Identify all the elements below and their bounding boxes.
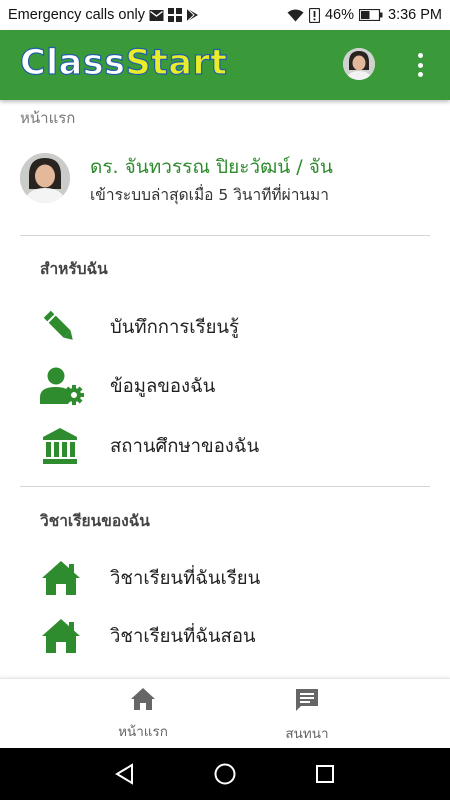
chat-icon	[294, 687, 320, 717]
menu-item-label: บันทึกการเรียนรู้	[110, 316, 239, 338]
menu-item-courses-studying[interactable]: วิชาเรียนที่ฉันเรียน	[40, 553, 430, 603]
mail-icon	[149, 9, 164, 22]
play-store-icon	[186, 8, 199, 22]
institution-icon	[40, 426, 86, 466]
divider	[20, 486, 430, 487]
nav-chat[interactable]: สนทนา	[232, 687, 382, 743]
battery-icon	[359, 9, 383, 21]
menu-item-label: สถานศึกษาของฉัน	[110, 435, 260, 457]
logo-part-start: Start	[125, 42, 228, 83]
profile-name[interactable]: ดร. จันทวรรณ ปิยะวัฒน์ / จัน	[90, 152, 333, 182]
carrier-text: Emergency calls only	[8, 7, 145, 23]
section-title-my-courses: วิชาเรียนของฉัน	[40, 512, 150, 530]
profile-avatar[interactable]	[20, 153, 70, 203]
nav-chat-label: สนทนา	[285, 726, 329, 742]
clock: 3:36 PM	[388, 7, 442, 23]
app-bar: ClassStart	[0, 30, 450, 100]
menu-item-label: วิชาเรียนที่ฉันเรียน	[110, 567, 261, 589]
home-icon	[130, 687, 156, 715]
nav-home[interactable]: หน้าแรก	[68, 687, 218, 743]
breadcrumb: หน้าแรก	[20, 109, 76, 127]
pencil-icon	[40, 307, 86, 347]
section-title-for-me: สำหรับฉัน	[40, 260, 108, 278]
system-navigation-bar	[0, 748, 450, 800]
logo-part-class: Class	[19, 42, 126, 83]
bottom-navigation: หน้าแรก สนทนา	[0, 678, 450, 748]
profile-card[interactable]: ดร. จันทวรรณ ปิยะวัฒน์ / จัน เข้าระบบล่า…	[20, 150, 430, 210]
status-bar: Emergency calls only 46% 3:36 PM	[0, 0, 450, 30]
home-button-icon[interactable]	[213, 762, 237, 786]
menu-item-label: ข้อมูลของฉัน	[110, 375, 216, 397]
home-icon	[40, 616, 86, 656]
home-icon	[40, 558, 86, 598]
signal-alert-icon	[308, 7, 320, 23]
divider	[20, 235, 430, 236]
menu-item-my-info[interactable]: ข้อมูลของฉัน	[40, 361, 430, 411]
menu-item-learning-journal[interactable]: บันทึกการเรียนรู้	[40, 302, 430, 352]
last-login-text: เข้าระบบล่าสุดเมื่อ 5 วินาทีที่ผ่านมา	[90, 186, 329, 204]
avatar[interactable]	[343, 48, 375, 80]
menu-item-courses-teaching[interactable]: วิชาเรียนที่ฉันสอน	[40, 611, 430, 661]
app-grid-icon	[168, 8, 182, 22]
menu-item-label: วิชาเรียนที่ฉันสอน	[110, 625, 256, 647]
back-icon[interactable]	[113, 762, 137, 786]
nav-home-label: หน้าแรก	[118, 724, 168, 740]
user-settings-icon	[40, 366, 86, 406]
overflow-menu-icon[interactable]	[410, 50, 430, 80]
wifi-icon	[287, 9, 304, 22]
classstart-logo[interactable]: ClassStart	[19, 42, 228, 83]
battery-percent: 46%	[324, 7, 354, 23]
recents-icon[interactable]	[313, 762, 337, 786]
menu-item-my-institution[interactable]: สถานศึกษาของฉัน	[40, 421, 430, 471]
